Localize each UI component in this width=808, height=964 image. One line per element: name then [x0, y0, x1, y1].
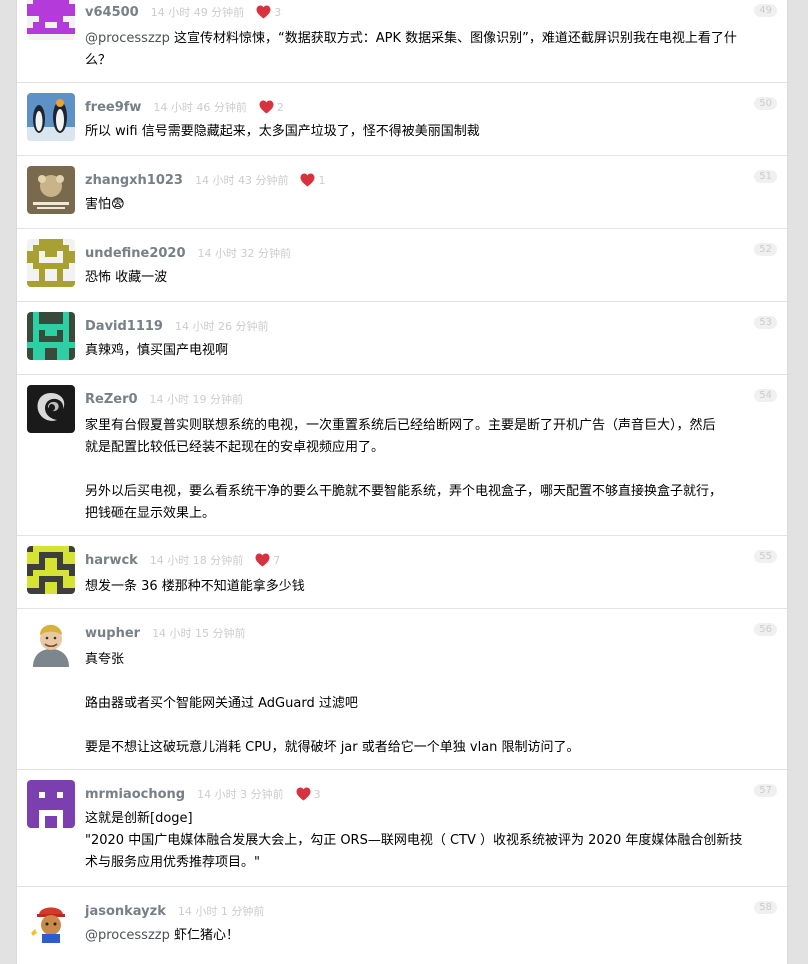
- avatar[interactable]: [27, 780, 75, 828]
- reply-time: 14 小时 1 分钟前: [177, 905, 265, 918]
- reply-item: mrmiaochong 14 小时 3 分钟前 3 57 这就是创新[doge]…: [17, 770, 787, 887]
- reply-time: 14 小时 43 分钟前: [194, 174, 289, 187]
- username-link[interactable]: wupher: [85, 626, 140, 641]
- reply-content: 真夸张 路由器或者买个智能网关通过 AdGuard 过滤吧 要是不想让这破玩意儿…: [85, 652, 580, 755]
- floor-number[interactable]: 49: [754, 4, 777, 17]
- reply-content: 家里有台假夏普实则联想系统的电视，一次重置系统后已经给断网了。主要是断了开机广告…: [85, 418, 723, 521]
- like-count: 3: [274, 5, 282, 19]
- reply-content: 这就是创新[doge] "2020 中国广电媒体融合发展大会上，勾正 ORS—联…: [85, 811, 743, 870]
- reply-time: 14 小时 3 分钟前: [197, 788, 284, 801]
- reply-content: 想发一条 36 楼那种不知道能拿多少钱: [85, 579, 305, 594]
- reply-time: 14 小时 32 分钟前: [197, 247, 292, 260]
- floor-number[interactable]: 52: [754, 243, 777, 256]
- heart-icon: [255, 553, 270, 567]
- heart-icon: [256, 5, 271, 19]
- like-count: 2: [276, 100, 284, 114]
- reply-item: David1119 14 小时 26 分钟前 53 真辣鸡，慎买国产电视啊: [17, 302, 787, 375]
- reply-content: @processzzp 这宣传材料惊悚，“数据获取方式：APK 数据采集、图像识…: [85, 31, 737, 68]
- username-link[interactable]: undefine2020: [85, 246, 186, 261]
- floor-number[interactable]: 50: [754, 97, 777, 110]
- avatar[interactable]: [27, 166, 75, 214]
- avatar[interactable]: [27, 312, 75, 360]
- reply-content: 真辣鸡，慎买国产电视啊: [85, 343, 229, 358]
- reply-time: 14 小时 18 分钟前: [149, 554, 244, 567]
- floor-number[interactable]: 51: [754, 170, 777, 183]
- reply-content: 所以 wifi 信号需要隐藏起来，太多国产垃圾了，怪不得被美丽国制裁: [85, 124, 480, 139]
- reply-item: undefine2020 14 小时 32 分钟前 52 恐怖 收藏一波: [17, 229, 787, 302]
- reply-content: @processzzp 虾仁猪心！: [85, 928, 239, 943]
- reply-item: wupher 14 小时 15 分钟前 56 真夸张 路由器或者买个智能网关通过…: [17, 609, 787, 770]
- reply-item: v64500 14 小时 49 分钟前 3 49 @processzzp 这宣传…: [17, 0, 787, 83]
- heart-icon: [296, 787, 311, 801]
- reply-time: 14 小时 49 分钟前: [150, 6, 245, 19]
- avatar[interactable]: [27, 619, 75, 667]
- heart-icon: [300, 173, 315, 187]
- floor-number[interactable]: 58: [754, 901, 777, 914]
- username-link[interactable]: mrmiaochong: [85, 787, 185, 802]
- reply-time: 14 小时 15 分钟前: [152, 627, 246, 640]
- username-link[interactable]: free9fw: [85, 100, 141, 115]
- heart-icon: [259, 100, 274, 114]
- floor-number[interactable]: 53: [754, 316, 777, 329]
- reply-content: 恐怖 收藏一波: [85, 270, 168, 285]
- username-link[interactable]: harwck: [85, 553, 138, 568]
- replies-box: v64500 14 小时 49 分钟前 3 49 @processzzp 这宣传…: [16, 0, 788, 964]
- reply-time: 14 小时 26 分钟前: [174, 320, 269, 333]
- reply-time: 14 小时 19 分钟前: [149, 393, 244, 406]
- like-count: 3: [313, 787, 321, 801]
- reply-item: free9fw 14 小时 46 分钟前 2 50 所以 wifi 信号需要隐藏…: [17, 83, 787, 156]
- avatar[interactable]: [27, 897, 75, 945]
- reply-time: 14 小时 46 分钟前: [153, 101, 247, 114]
- avatar[interactable]: [27, 0, 75, 40]
- username-link[interactable]: v64500: [85, 5, 139, 20]
- floor-number[interactable]: 57: [754, 784, 777, 797]
- username-link[interactable]: David1119: [85, 319, 163, 334]
- mention-link[interactable]: @processzzp: [85, 928, 170, 943]
- reply-item: ReZer0 14 小时 19 分钟前 54 家里有台假夏普实则联想系统的电视，…: [17, 375, 787, 536]
- avatar[interactable]: [27, 385, 75, 433]
- floor-number[interactable]: 55: [754, 550, 777, 563]
- avatar[interactable]: [27, 93, 75, 141]
- mention-link[interactable]: @processzzp: [85, 31, 170, 46]
- reply-item: jasonkayzk 14 小时 1 分钟前 58 @processzzp 虾仁…: [17, 887, 787, 964]
- floor-number[interactable]: 56: [754, 623, 777, 636]
- avatar[interactable]: [27, 546, 75, 594]
- floor-number[interactable]: 54: [754, 389, 777, 402]
- username-link[interactable]: zhangxh1023: [85, 173, 183, 188]
- like-count: 1: [318, 173, 326, 187]
- username-link[interactable]: ReZer0: [85, 392, 138, 407]
- reply-content: 害怕😨: [85, 197, 125, 212]
- reply-item: harwck 14 小时 18 分钟前 7 55 想发一条 36 楼那种不知道能…: [17, 536, 787, 609]
- reply-item: zhangxh1023 14 小时 43 分钟前 1 51 害怕😨: [17, 156, 787, 229]
- username-link[interactable]: jasonkayzk: [85, 904, 166, 919]
- like-count: 7: [273, 553, 281, 567]
- avatar[interactable]: [27, 239, 75, 287]
